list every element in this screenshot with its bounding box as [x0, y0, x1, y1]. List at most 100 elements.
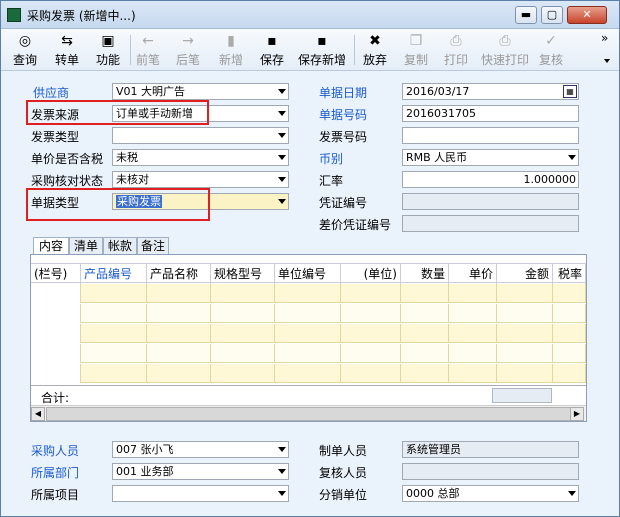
table-cell[interactable]: [147, 344, 211, 363]
table-cell[interactable]: [275, 284, 341, 303]
table-cell[interactable]: [497, 284, 553, 303]
table-cell[interactable]: [497, 364, 553, 383]
toolbar-button-save[interactable]: ▪ 保存: [253, 31, 291, 69]
table-cell[interactable]: [147, 364, 211, 383]
tab-account[interactable]: 帐款: [103, 237, 137, 255]
close-button[interactable]: ✕: [567, 6, 607, 24]
supplier-label[interactable]: 供应商: [33, 84, 69, 101]
invoice-type-select[interactable]: [112, 127, 289, 144]
grid-col-header[interactable]: 税率: [553, 264, 586, 284]
toolbar-button-convert[interactable]: ⇆ 转单: [47, 31, 87, 69]
toolbar-button-abandon[interactable]: ✖ 放弃: [355, 31, 395, 69]
toolbar-button-function[interactable]: ▣ 功能: [89, 31, 127, 69]
detail-grid[interactable]: (栏号) 产品编号 产品名称 规格型号 单位编号 (单位) 数量 单价 金额 税率: [31, 255, 586, 385]
table-cell[interactable]: [449, 364, 497, 383]
table-cell[interactable]: [211, 324, 275, 343]
buyer-label[interactable]: 采购人员: [31, 442, 79, 459]
table-cell[interactable]: [341, 304, 401, 323]
table-cell[interactable]: [81, 324, 147, 343]
table-cell[interactable]: [341, 344, 401, 363]
dept-select[interactable]: 001 业务部: [112, 463, 289, 480]
table-cell[interactable]: [449, 344, 497, 363]
grid-col-header[interactable]: 单位编号: [275, 264, 341, 284]
table-cell[interactable]: [31, 284, 81, 303]
table-cell[interactable]: [553, 324, 586, 343]
toolbar-button-copy[interactable]: ❐ 复制: [399, 31, 433, 69]
dept-label[interactable]: 所属部门: [31, 464, 79, 481]
calendar-icon[interactable]: ▦: [563, 85, 577, 98]
toolbar-button-next[interactable]: → 后笔: [171, 31, 205, 69]
table-row[interactable]: [31, 284, 586, 303]
grid-col-header[interactable]: 单价: [449, 264, 497, 284]
table-cell[interactable]: [275, 344, 341, 363]
toolbar-button-print[interactable]: ⎙ 打印: [437, 31, 475, 69]
table-cell[interactable]: [31, 324, 81, 343]
table-cell[interactable]: [401, 324, 449, 343]
project-select[interactable]: [112, 485, 289, 502]
grid-col-header[interactable]: 产品编号: [81, 264, 147, 284]
table-cell[interactable]: [449, 284, 497, 303]
doc-date-label[interactable]: 单据日期: [319, 84, 367, 101]
scroll-thumb[interactable]: [46, 407, 571, 421]
grid-col-header[interactable]: (栏号): [31, 264, 81, 284]
tab-list[interactable]: 清单: [69, 237, 103, 255]
table-cell[interactable]: [211, 304, 275, 323]
table-cell[interactable]: [31, 344, 81, 363]
table-cell[interactable]: [401, 364, 449, 383]
grid-col-header[interactable]: 金额: [497, 264, 553, 284]
grid-col-header[interactable]: 产品名称: [147, 264, 211, 284]
toolbar-button-save-new[interactable]: ▪ 保存新增: [293, 31, 351, 69]
table-cell[interactable]: [31, 304, 81, 323]
toolbar-button-query[interactable]: ◎ 查询: [9, 31, 41, 69]
table-cell[interactable]: [449, 324, 497, 343]
table-cell[interactable]: [449, 304, 497, 323]
grid-col-header[interactable]: 规格型号: [211, 264, 275, 284]
table-cell[interactable]: [401, 304, 449, 323]
toolbar-dropdown-icon[interactable]: [604, 59, 610, 63]
table-cell[interactable]: [401, 284, 449, 303]
table-cell[interactable]: [211, 364, 275, 383]
buyer-select[interactable]: 007 张小飞: [112, 441, 289, 458]
table-cell[interactable]: [31, 364, 81, 383]
table-cell[interactable]: [553, 284, 586, 303]
table-cell[interactable]: [497, 344, 553, 363]
table-cell[interactable]: [275, 364, 341, 383]
doc-no-label[interactable]: 单据号码: [319, 106, 367, 123]
table-cell[interactable]: [497, 324, 553, 343]
table-cell[interactable]: [275, 304, 341, 323]
verify-status-select[interactable]: 未核对: [112, 171, 289, 188]
table-row[interactable]: [31, 344, 586, 363]
doc-no-input[interactable]: 2016031705: [402, 105, 579, 122]
currency-select[interactable]: RMB 人民币: [402, 149, 579, 166]
table-cell[interactable]: [341, 364, 401, 383]
minimize-button[interactable]: ▬: [515, 6, 537, 24]
table-cell[interactable]: [553, 304, 586, 323]
grid-col-header[interactable]: 数量: [401, 264, 449, 284]
toolbar-button-prev[interactable]: ← 前笔: [131, 31, 165, 69]
table-cell[interactable]: [341, 284, 401, 303]
table-cell[interactable]: [553, 364, 586, 383]
invoice-no-input[interactable]: [402, 127, 579, 144]
table-cell[interactable]: [81, 284, 147, 303]
table-cell[interactable]: [401, 344, 449, 363]
toolbar-button-review[interactable]: ✓ 复核: [535, 31, 567, 69]
table-row[interactable]: [31, 324, 586, 343]
supplier-select[interactable]: V01 大明广告: [112, 83, 289, 100]
table-cell[interactable]: [81, 364, 147, 383]
table-row[interactable]: [31, 304, 586, 323]
scroll-left-icon[interactable]: ◀: [31, 407, 45, 421]
rate-input[interactable]: 1.000000: [402, 171, 579, 188]
table-cell[interactable]: [147, 324, 211, 343]
table-cell[interactable]: [211, 284, 275, 303]
grid-col-header[interactable]: (单位): [341, 264, 401, 284]
table-cell[interactable]: [211, 344, 275, 363]
horizontal-scrollbar[interactable]: ◀ ▶: [31, 405, 586, 421]
currency-label[interactable]: 币别: [319, 150, 343, 167]
maximize-button[interactable]: ▢: [541, 6, 563, 24]
toolbar-overflow-icon[interactable]: »: [601, 31, 608, 45]
table-row[interactable]: [31, 364, 586, 383]
branch-select[interactable]: 0000 总部: [402, 485, 579, 502]
table-cell[interactable]: [341, 324, 401, 343]
table-cell[interactable]: [147, 304, 211, 323]
tab-notes[interactable]: 备注: [137, 237, 169, 255]
